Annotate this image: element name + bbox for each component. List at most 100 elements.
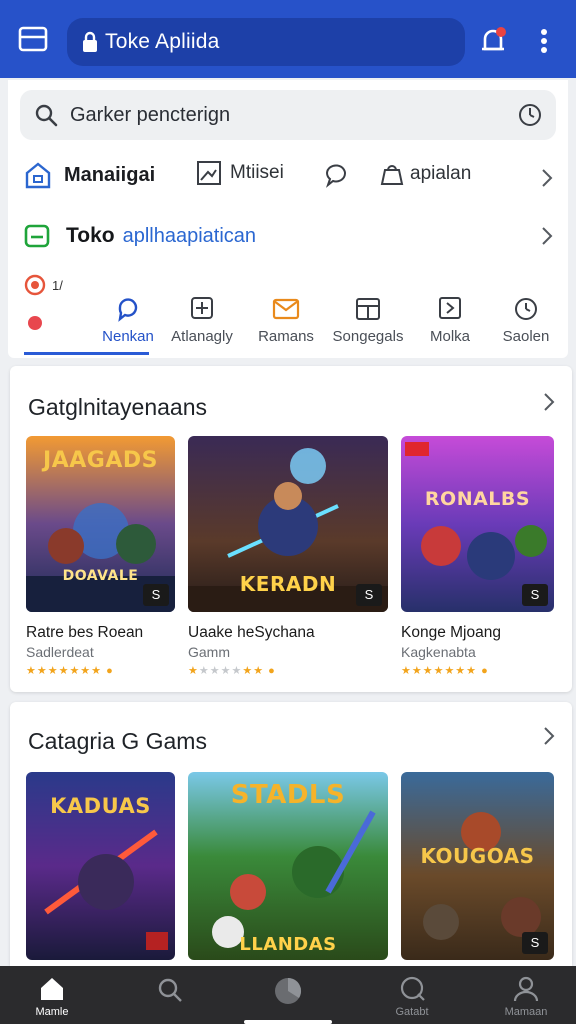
tab-ramans[interactable]: Ramans <box>244 296 328 345</box>
bag-icon <box>380 165 404 185</box>
house-icon <box>25 162 51 189</box>
toko-label: Toko <box>66 224 115 247</box>
quick-link-mtiisei[interactable]: Mtiisei <box>196 160 284 186</box>
mail-icon <box>272 298 300 320</box>
quick-links-row: Manaiigai Mtiisei apialan <box>24 160 554 196</box>
section-title: Catagria G Gams <box>28 728 207 754</box>
tab-nenkan[interactable]: Nenkan <box>86 296 170 345</box>
chat-bubble-icon <box>118 298 138 322</box>
game-badge: S <box>522 932 548 954</box>
game-art-title: JAAGADS <box>43 448 158 473</box>
nav-label: Mamaan <box>504 1006 548 1018</box>
tab-label: Ramans <box>258 328 314 345</box>
search-bar[interactable]: Garker pencterign <box>20 90 556 140</box>
section-card-2: Catagria G Gams KADUAS STADLS LLANDAS KO… <box>10 702 572 966</box>
section-title: Gatglnitayenaans <box>28 394 208 420</box>
rating-stars: ★★★★★★★ ● <box>26 665 114 677</box>
tab-songegals[interactable]: Songegals <box>326 296 410 345</box>
game-tile[interactable]: KOUGOAS S <box>401 772 554 960</box>
person-icon <box>513 976 539 1002</box>
address-bar[interactable]: Toke Apliida <box>67 18 465 66</box>
tab-atlanagly[interactable]: Atlanagly <box>160 296 244 345</box>
quick-link-chat[interactable] <box>322 160 350 188</box>
game-tile[interactable]: RONALBS S <box>401 436 554 612</box>
quick-link-apialan[interactable]: apialan <box>378 160 471 188</box>
game-badge: S <box>522 584 548 606</box>
tab-label: Atlanagly <box>171 328 233 345</box>
game-art-subtitle: LLANDAS <box>239 934 337 955</box>
plus-box-icon <box>191 297 213 319</box>
game-tile[interactable]: JAAGADS DOAVALE S <box>26 436 175 612</box>
chevron-right-icon[interactable] <box>540 168 554 188</box>
nav-profile[interactable]: Mamaan <box>486 966 566 1024</box>
arrow-box-icon <box>439 297 461 319</box>
game-subtitle: Sadlerdeat <box>26 644 94 660</box>
game-art-subtitle: DOAVALE <box>62 568 139 584</box>
app-bar: Toke Apliida <box>0 0 576 78</box>
home-icon <box>41 978 63 1000</box>
more-vert-icon[interactable] <box>532 24 556 58</box>
address-text: Toke Apliida <box>105 30 220 53</box>
category-tabs: Nenkan Atlanagly Ramans Songegals Molka … <box>8 296 568 354</box>
game-art-title: RONALBS <box>424 488 531 510</box>
tab-label: Nenkan <box>102 328 154 345</box>
dot-icon <box>28 316 42 330</box>
search-icon <box>35 104 58 127</box>
tab-label: Saolen <box>502 328 550 345</box>
game-name[interactable]: Uaake heSychana <box>188 624 315 642</box>
game-tile[interactable]: KERADN S <box>188 436 388 612</box>
notification-icon[interactable] <box>474 22 512 60</box>
game-name[interactable]: Konge Mjoang <box>401 624 501 642</box>
tab-saolen[interactable]: Saolen <box>484 296 568 345</box>
tab-label: Songegals <box>332 328 404 345</box>
nav-label: Mamle <box>35 1006 69 1018</box>
game-name[interactable]: Ratre bes Roean <box>26 624 143 642</box>
chevron-right-icon[interactable] <box>542 726 556 746</box>
quick-link-label: apialan <box>410 163 472 184</box>
rating-stars: ★★★★★★★ ● <box>401 665 489 677</box>
search-placeholder: Garker pencterign <box>70 103 231 126</box>
game-badge: S <box>356 584 382 606</box>
chat-icon <box>325 164 346 188</box>
toko-link[interactable]: apllhaapiatican <box>123 225 256 248</box>
active-tab-indicator <box>24 352 149 355</box>
game-tile[interactable]: STADLS LLANDAS <box>188 772 388 960</box>
quick-link-label: Manaiigai <box>64 163 156 186</box>
picture-icon <box>197 161 221 185</box>
nav-label: Gatabt <box>395 1006 429 1018</box>
game-art-title: KADUAS <box>50 794 151 818</box>
section-card-1: Gatglnitayenaans JAAGADS DOAVALE S Ratre… <box>10 366 572 692</box>
rating-stars: ★★★★★★★ ● <box>188 665 276 677</box>
game-subtitle: Gamm <box>188 644 230 660</box>
timer-icon[interactable] <box>518 103 542 127</box>
game-badge: S <box>143 584 169 606</box>
search-icon <box>158 978 182 1002</box>
calendar-icon <box>356 298 380 320</box>
game-subtitle: Kagkenabta <box>401 644 476 660</box>
nav-home[interactable]: Mamle <box>12 966 92 1024</box>
game-tile[interactable]: KADUAS <box>26 772 175 960</box>
menu-icon[interactable] <box>18 26 58 58</box>
game-art-title: STADLS <box>230 780 346 810</box>
home-indicator <box>244 1020 332 1024</box>
chevron-right-icon[interactable] <box>542 392 556 412</box>
nav-center[interactable] <box>248 966 328 1024</box>
quick-link-label: Mtiisei <box>230 162 284 183</box>
chevron-right-icon[interactable] <box>540 226 554 246</box>
header-panel: Garker pencterign Manaiigai Mtiisei apia… <box>8 80 568 358</box>
tab-molka[interactable]: Molka <box>408 296 492 345</box>
nav-gatabt[interactable]: Gatabt <box>372 966 452 1024</box>
tab-label: Molka <box>429 328 470 345</box>
clock-icon <box>515 298 537 320</box>
toko-row[interactable]: Toko apllhaapiatican <box>24 218 554 254</box>
quick-link-manaiigai[interactable]: Manaiigai <box>24 160 155 190</box>
nav-search[interactable] <box>130 966 210 1024</box>
circle-icon <box>275 977 302 1004</box>
mini-status: 1/ <box>24 274 63 296</box>
bottom-nav: Mamle Gatabt Mamaan <box>0 966 576 1024</box>
record-icon <box>24 274 46 296</box>
mini-status-text: 1/ <box>52 277 63 293</box>
message-icon <box>24 224 50 248</box>
globe-icon <box>400 976 425 1001</box>
lock-icon <box>83 31 97 52</box>
